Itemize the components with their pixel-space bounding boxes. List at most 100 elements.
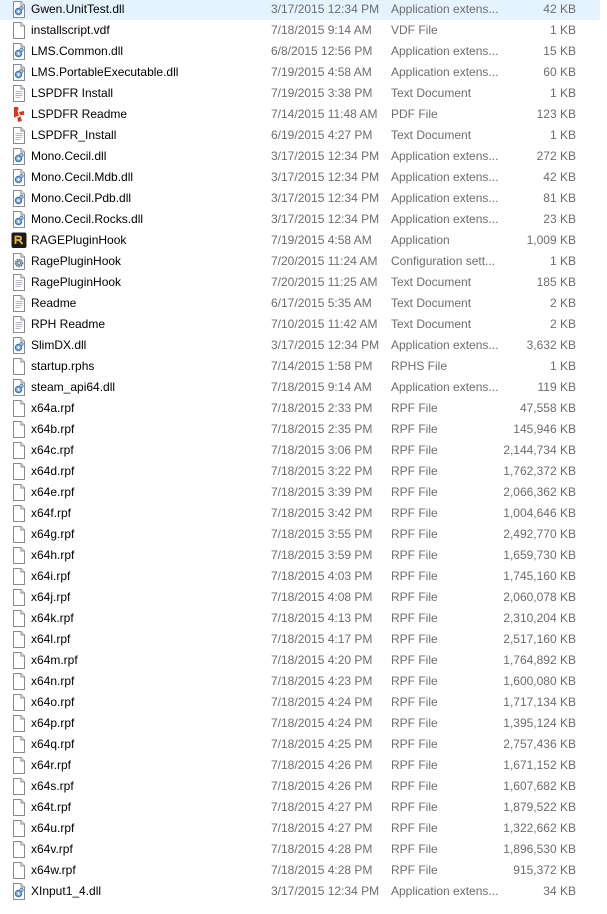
file-row[interactable]: x64l.rpf 7/18/2015 4:17 PM RPF File 2,517,1… bbox=[0, 629, 600, 650]
file-row[interactable]: x64d.rpf 7/18/2015 3:22 PM RPF File 1,762,3… bbox=[0, 461, 600, 482]
file-type: RPF File bbox=[391, 716, 438, 730]
file-size: 2,310,204 KB bbox=[503, 611, 576, 625]
file-name: Mono.Cecil.Rocks.dll bbox=[31, 212, 144, 226]
file-size: 1 KB bbox=[549, 23, 576, 37]
file-date-modified: 7/18/2015 3:55 PM bbox=[271, 527, 373, 541]
generic-file-icon bbox=[11, 503, 27, 524]
file-name: x64f.rpf bbox=[31, 506, 72, 520]
generic-file-icon bbox=[11, 608, 27, 629]
file-row[interactable]: Gwen.UnitTest.dll 3/17/2015 12:34 PM Appli… bbox=[0, 0, 600, 20]
file-row[interactable]: x64a.rpf 7/18/2015 2:33 PM RPF File 47,558 … bbox=[0, 398, 600, 419]
file-date-modified: 7/18/2015 4:24 PM bbox=[271, 695, 373, 709]
file-type: Application extens... bbox=[391, 65, 499, 79]
file-row[interactable]: x64w.rpf 7/18/2015 4:28 PM RPF File 915,372… bbox=[0, 860, 600, 881]
file-row[interactable]: Mono.Cecil.Pdb.dll 3/17/2015 12:34 PM Appl… bbox=[0, 188, 600, 209]
file-size: 1,745,160 KB bbox=[503, 569, 576, 583]
file-date-modified: 7/14/2015 1:58 PM bbox=[271, 359, 373, 373]
file-date-modified: 7/18/2015 4:26 PM bbox=[271, 779, 373, 793]
file-date-modified: 7/18/2015 4:13 PM bbox=[271, 611, 373, 625]
file-row[interactable]: x64u.rpf 7/18/2015 4:27 PM RPF File 1,322,6… bbox=[0, 818, 600, 839]
file-row[interactable]: RAGEPluginHook 7/19/2015 4:58 AM Applicati… bbox=[0, 230, 600, 251]
file-size: 2,066,362 KB bbox=[503, 485, 576, 499]
file-date-modified: 7/18/2015 9:14 AM bbox=[271, 380, 372, 394]
generic-file-icon bbox=[11, 776, 27, 797]
file-row[interactable]: x64o.rpf 7/18/2015 4:24 PM RPF File 1,717,1… bbox=[0, 692, 600, 713]
file-date-modified: 7/20/2015 11:25 AM bbox=[271, 275, 378, 289]
file-size: 1,671,152 KB bbox=[503, 758, 576, 772]
file-row[interactable]: x64j.rpf 7/18/2015 4:08 PM RPF File 2,060,0… bbox=[0, 587, 600, 608]
file-row[interactable]: SlimDX.dll 3/17/2015 12:34 PM Application … bbox=[0, 335, 600, 356]
file-size: 3,632 KB bbox=[526, 338, 576, 352]
file-row[interactable]: x64h.rpf 7/18/2015 3:59 PM RPF File 1,659,7… bbox=[0, 545, 600, 566]
file-type: Application extens... bbox=[391, 44, 499, 58]
file-row[interactable]: x64q.rpf 7/18/2015 4:25 PM RPF File 2,757,4… bbox=[0, 734, 600, 755]
file-name: RAGEPluginHook bbox=[31, 233, 127, 247]
pdf-icon bbox=[11, 104, 27, 125]
file-type: RPF File bbox=[391, 737, 438, 751]
file-row[interactable]: LSPDFR_Install 6/19/2015 4:27 PM Text Docu… bbox=[0, 125, 600, 146]
file-row[interactable]: x64e.rpf 7/18/2015 3:39 PM RPF File 2,066,3… bbox=[0, 482, 600, 503]
file-type: RPF File bbox=[391, 674, 438, 688]
file-name: x64o.rpf bbox=[31, 695, 75, 709]
generic-file-icon bbox=[11, 734, 27, 755]
file-row[interactable]: LSPDFR Readme 7/14/2015 11:48 AM PDF File 1… bbox=[0, 104, 600, 125]
file-type: Application bbox=[391, 233, 450, 247]
file-row[interactable]: x64r.rpf 7/18/2015 4:26 PM RPF File 1,671,1… bbox=[0, 755, 600, 776]
file-row[interactable]: x64n.rpf 7/18/2015 4:23 PM RPF File 1,600,0… bbox=[0, 671, 600, 692]
file-name: RagePluginHook bbox=[31, 254, 122, 268]
file-row[interactable]: RagePluginHook 7/20/2015 11:25 AM Text Doc… bbox=[0, 272, 600, 293]
dll-icon bbox=[11, 188, 27, 209]
file-row[interactable]: Readme 6/17/2015 5:35 AM Text Document 2 KB bbox=[0, 293, 600, 314]
file-row[interactable]: x64c.rpf 7/18/2015 3:06 PM RPF File 2,144,7… bbox=[0, 440, 600, 461]
file-row[interactable]: x64m.rpf 7/18/2015 4:20 PM RPF File 1,764,8… bbox=[0, 650, 600, 671]
file-name: Mono.Cecil.dll bbox=[31, 149, 107, 163]
file-row[interactable]: x64g.rpf 7/18/2015 3:55 PM RPF File 2,492,7… bbox=[0, 524, 600, 545]
file-row[interactable]: x64k.rpf 7/18/2015 4:13 PM RPF File 2,310,2… bbox=[0, 608, 600, 629]
file-name: x64w.rpf bbox=[31, 863, 76, 877]
file-type: RPF File bbox=[391, 842, 438, 856]
file-date-modified: 6/8/2015 12:56 PM bbox=[271, 44, 373, 58]
file-row[interactable]: Mono.Cecil.dll 3/17/2015 12:34 PM Applicat… bbox=[0, 146, 600, 167]
file-type: RPF File bbox=[391, 590, 438, 604]
file-row[interactable]: x64i.rpf 7/18/2015 4:03 PM RPF File 1,745,1… bbox=[0, 566, 600, 587]
generic-file-icon bbox=[11, 440, 27, 461]
file-row[interactable]: x64b.rpf 7/18/2015 2:35 PM RPF File 145,946… bbox=[0, 419, 600, 440]
file-row[interactable]: LMS.PortableExecutable.dll 7/19/2015 4:58… bbox=[0, 62, 600, 83]
file-row[interactable]: Mono.Cecil.Rocks.dll 3/17/2015 12:34 PM Ap… bbox=[0, 209, 600, 230]
file-size: 1,879,522 KB bbox=[503, 800, 576, 814]
file-date-modified: 7/18/2015 4:17 PM bbox=[271, 632, 373, 646]
file-row[interactable]: steam_api64.dll 7/18/2015 9:14 AM Applicat… bbox=[0, 377, 600, 398]
file-row[interactable]: startup.rphs 7/14/2015 1:58 PM RPHS File 1 … bbox=[0, 356, 600, 377]
file-row[interactable]: LSPDFR Install 7/19/2015 3:38 PM Text Docu… bbox=[0, 83, 600, 104]
generic-file-icon bbox=[11, 20, 27, 41]
file-date-modified: 7/19/2015 3:38 PM bbox=[271, 86, 373, 100]
file-size: 2,144,734 KB bbox=[503, 443, 576, 457]
generic-file-icon bbox=[11, 545, 27, 566]
file-name: startup.rphs bbox=[31, 359, 95, 373]
file-row[interactable]: x64f.rpf 7/18/2015 3:42 PM RPF File 1,004,6… bbox=[0, 503, 600, 524]
file-size: 60 KB bbox=[543, 65, 576, 79]
file-size: 1,322,662 KB bbox=[503, 821, 576, 835]
file-row[interactable]: x64v.rpf 7/18/2015 4:28 PM RPF File 1,896,5… bbox=[0, 839, 600, 860]
file-row[interactable]: installscript.vdf 7/18/2015 9:14 AM VDF Fi… bbox=[0, 20, 600, 41]
file-row[interactable]: x64p.rpf 7/18/2015 4:24 PM RPF File 1,395,1… bbox=[0, 713, 600, 734]
text-document-icon bbox=[11, 314, 27, 335]
file-row[interactable]: Mono.Cecil.Mdb.dll 3/17/2015 12:34 PM Appl… bbox=[0, 167, 600, 188]
file-name: Mono.Cecil.Mdb.dll bbox=[31, 170, 134, 184]
file-name: x64j.rpf bbox=[31, 590, 71, 604]
file-type: Text Document bbox=[391, 128, 472, 142]
file-row[interactable]: x64s.rpf 7/18/2015 4:26 PM RPF File 1,607,6… bbox=[0, 776, 600, 797]
file-name: x64s.rpf bbox=[31, 779, 74, 793]
file-name: SlimDX.dll bbox=[31, 338, 87, 352]
file-row[interactable]: RagePluginHook 7/20/2015 11:24 AM Configur… bbox=[0, 251, 600, 272]
file-row[interactable]: XInput1_4.dll 3/17/2015 12:34 PM Applicati… bbox=[0, 881, 600, 902]
file-name: installscript.vdf bbox=[31, 23, 110, 37]
file-row[interactable]: x64t.rpf 7/18/2015 4:27 PM RPF File 1,879,5… bbox=[0, 797, 600, 818]
file-name: RagePluginHook bbox=[31, 275, 122, 289]
file-name: XInput1_4.dll bbox=[31, 884, 102, 898]
file-row[interactable]: RPH Readme 7/10/2015 11:42 AM Text Documen… bbox=[0, 314, 600, 335]
file-name: x64i.rpf bbox=[31, 569, 71, 583]
file-row[interactable]: LMS.Common.dll 6/8/2015 12:56 PM Applicati… bbox=[0, 41, 600, 62]
file-type: Application extens... bbox=[391, 191, 499, 205]
file-name: x64v.rpf bbox=[31, 842, 73, 856]
